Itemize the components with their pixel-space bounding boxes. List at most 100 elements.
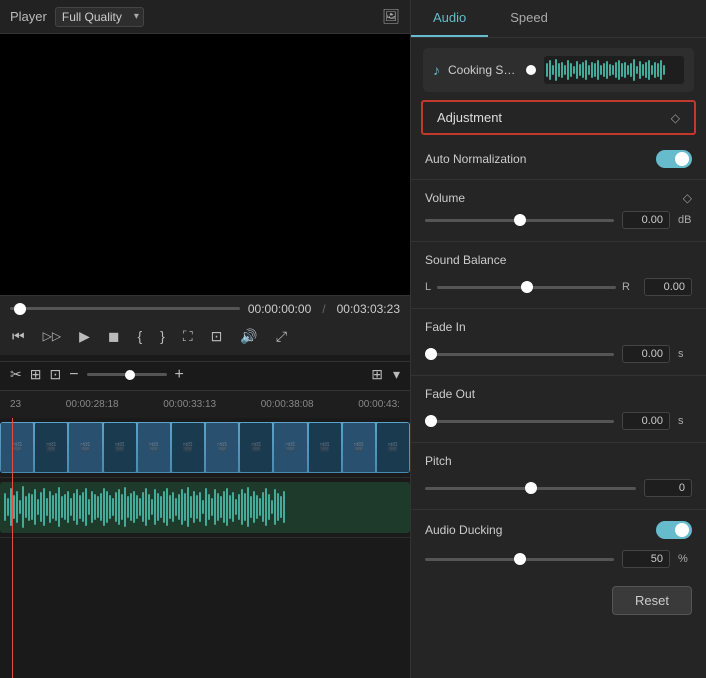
pitch-slider-row bbox=[411, 475, 706, 505]
timeline-tools: ⊞ ▾ bbox=[371, 366, 400, 383]
timeline-scrubber[interactable] bbox=[10, 307, 240, 310]
ruler-marks: 23 00:00:28:18 00:00:33:13 00:00:38:08 0… bbox=[6, 399, 404, 410]
auto-normalization-row: Auto Normalization bbox=[411, 143, 706, 175]
ruler-mark-3: 00:00:38:08 bbox=[261, 399, 314, 410]
clip-position-dot bbox=[526, 65, 536, 75]
balance-slider-row: L R bbox=[411, 274, 706, 304]
fade-in-value-input[interactable] bbox=[622, 345, 670, 363]
stop-button[interactable]: ◼ bbox=[106, 326, 122, 347]
volume-header: Volume ◇ bbox=[411, 184, 706, 207]
pitch-slider-group bbox=[425, 479, 692, 497]
timeline-tracks: 🎬 🎬 🎬 🎬 🎬 🎬 🎬 🎬 🎬 🎬 🎬 🎬 bbox=[0, 418, 410, 678]
quality-select[interactable]: Full Quality 1/2 Quality 1/4 Quality bbox=[55, 7, 144, 27]
ducking-unit: % bbox=[678, 553, 692, 565]
auto-normalization-toggle[interactable] bbox=[656, 150, 692, 168]
ruler-mark-4: 00:00:43: bbox=[358, 399, 400, 410]
time-separator: / bbox=[322, 302, 325, 316]
clip-waveform-preview bbox=[544, 56, 684, 84]
tab-audio[interactable]: Audio bbox=[411, 0, 488, 37]
step-back-button[interactable]: ⏮ bbox=[10, 326, 27, 347]
tab-speed[interactable]: Speed bbox=[488, 0, 570, 37]
music-note-icon: ♪ bbox=[433, 62, 440, 78]
fade-out-value-input[interactable] bbox=[622, 412, 670, 430]
fade-out-unit: s bbox=[678, 415, 692, 427]
ripple-tool-button[interactable]: ⊡ bbox=[49, 366, 61, 383]
zoom-out-button[interactable]: − bbox=[69, 366, 78, 384]
fade-in-label: Fade In bbox=[425, 320, 515, 334]
video-track: 🎬 🎬 🎬 🎬 🎬 🎬 🎬 🎬 🎬 🎬 🎬 🎬 bbox=[0, 418, 410, 478]
ducking-slider-row: % bbox=[411, 546, 706, 576]
image-quality-icon[interactable]: 🖼 bbox=[382, 8, 400, 25]
track-tool-button[interactable]: ⊞ bbox=[30, 366, 42, 383]
play-button[interactable]: ▶ bbox=[77, 326, 92, 347]
fade-in-slider-group: s bbox=[425, 345, 692, 363]
snapshot-button[interactable]: ⊡ bbox=[209, 326, 225, 347]
balance-value-input[interactable] bbox=[644, 278, 692, 296]
audio-ducking-row: Audio Ducking bbox=[411, 514, 706, 546]
frame-1: 🎬 bbox=[1, 423, 33, 472]
balance-slider[interactable] bbox=[437, 286, 616, 289]
volume-slider-row: dB bbox=[411, 207, 706, 237]
volume-value-input[interactable] bbox=[622, 211, 670, 229]
pitch-slider[interactable] bbox=[425, 487, 636, 490]
total-time: 00:03:03:23 bbox=[337, 302, 400, 316]
audio-ducking-toggle[interactable] bbox=[656, 521, 692, 539]
reset-button[interactable]: Reset bbox=[612, 586, 692, 615]
fade-in-slider[interactable] bbox=[425, 353, 614, 356]
video-frames: 🎬 🎬 🎬 🎬 🎬 🎬 🎬 🎬 🎬 🎬 🎬 🎬 bbox=[0, 422, 410, 473]
frame-3: 🎬 bbox=[69, 423, 101, 472]
adjustment-title: Adjustment bbox=[437, 110, 502, 125]
fade-out-row: Fade Out bbox=[411, 380, 706, 408]
volume-keyframe-icon[interactable]: ◇ bbox=[683, 191, 692, 205]
fullscreen-button[interactable]: ⛶ bbox=[181, 326, 195, 347]
preview-area bbox=[0, 34, 410, 295]
frame-12: 🎬 bbox=[377, 423, 409, 472]
keyframe-diamond-icon[interactable]: ◇ bbox=[671, 111, 680, 125]
volume-label: Volume bbox=[425, 191, 515, 205]
time-slider-row: 00:00:00:00 / 00:03:03:23 bbox=[10, 302, 400, 316]
ducking-slider-group: % bbox=[425, 550, 692, 568]
divider-6 bbox=[411, 509, 706, 510]
fade-in-unit: s bbox=[678, 348, 692, 360]
balance-l-label: L bbox=[425, 281, 431, 293]
reset-button-row: Reset bbox=[411, 576, 706, 625]
play-slow-button[interactable]: ▷▷ bbox=[41, 327, 63, 345]
grid-button[interactable]: ⊞ bbox=[371, 366, 383, 383]
balance-r-label: R bbox=[622, 281, 630, 293]
fade-in-row: Fade In bbox=[411, 313, 706, 341]
ruler-mark-1: 00:00:28:18 bbox=[66, 399, 119, 410]
zoom-row: ✂ ⊞ ⊡ − + ⊞ ▾ bbox=[0, 361, 410, 390]
audio-waveform bbox=[0, 482, 410, 533]
playback-buttons: ⏮ ▷▷ ▶ ◼ { } ⛶ ⊡ 🔊 ⤢ bbox=[10, 322, 400, 351]
quality-wrapper: Full Quality 1/2 Quality 1/4 Quality bbox=[55, 7, 144, 27]
frame-9: 🎬 bbox=[274, 423, 306, 472]
mark-in-button[interactable]: { bbox=[135, 326, 144, 346]
zoom-in-button[interactable]: + bbox=[175, 366, 184, 384]
pitch-row: Pitch bbox=[411, 447, 706, 475]
balance-labels: L R bbox=[425, 278, 692, 296]
audio-ducking-label: Audio Ducking bbox=[425, 523, 515, 537]
player-label: Player bbox=[10, 9, 47, 24]
frame-4: 🎬 bbox=[104, 423, 136, 472]
volume-button[interactable]: 🔊 bbox=[238, 326, 259, 347]
fade-out-slider-row: s bbox=[411, 408, 706, 438]
settings-chevron-button[interactable]: ▾ bbox=[393, 366, 400, 383]
divider-4 bbox=[411, 375, 706, 376]
timeline-controls: 00:00:00:00 / 00:03:03:23 ⏮ ▷▷ ▶ ◼ { } ⛶… bbox=[0, 295, 410, 355]
frame-6: 🎬 bbox=[172, 423, 204, 472]
cut-tool-button[interactable]: ✂ bbox=[10, 366, 22, 383]
mark-out-button[interactable]: } bbox=[158, 326, 167, 346]
frame-10: 🎬 bbox=[309, 423, 341, 472]
volume-slider[interactable] bbox=[425, 219, 614, 222]
frame-5: 🎬 bbox=[138, 423, 170, 472]
zoom-slider[interactable] bbox=[87, 373, 167, 376]
fade-out-slider[interactable] bbox=[425, 420, 614, 423]
ruler-mark-0: 23 bbox=[10, 399, 21, 410]
timeline-ruler: 23 00:00:28:18 00:00:33:13 00:00:38:08 0… bbox=[0, 390, 410, 418]
ducking-value-input[interactable] bbox=[622, 550, 670, 568]
clip-name: Cooking Spaghetti _ Mr. ... bbox=[448, 63, 518, 77]
pitch-value-input[interactable] bbox=[644, 479, 692, 497]
expand-button[interactable]: ⤢ bbox=[274, 326, 289, 347]
ducking-slider[interactable] bbox=[425, 558, 614, 561]
audio-track-content bbox=[0, 482, 410, 533]
